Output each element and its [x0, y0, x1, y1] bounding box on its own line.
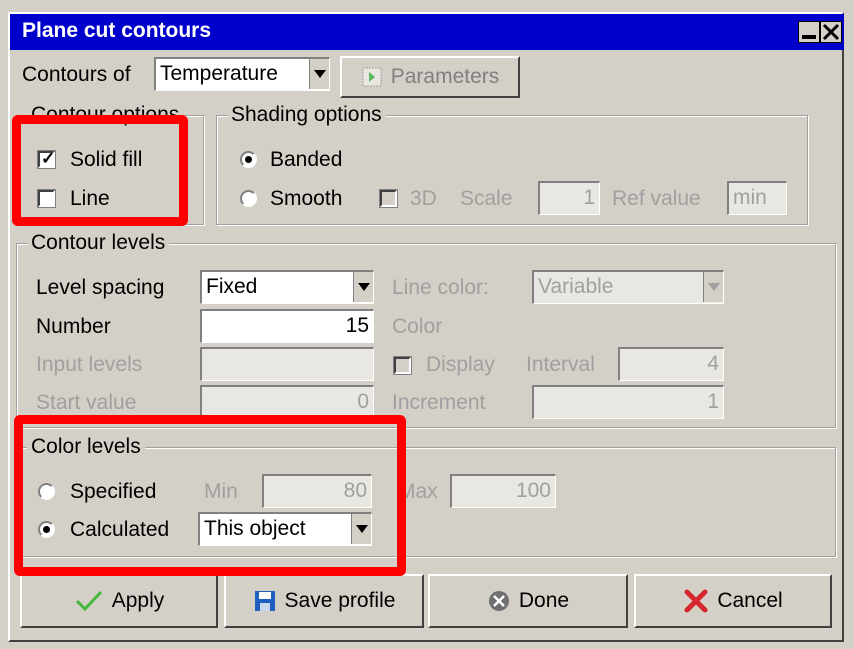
interval-label: Interval — [526, 353, 595, 376]
input-levels-input[interactable] — [200, 347, 374, 381]
chevron-down-icon[interactable] — [703, 272, 723, 302]
cancel-label: Cancel — [717, 589, 783, 612]
done-button[interactable]: Done — [428, 574, 628, 628]
number-label: Number — [36, 315, 111, 338]
cancel-button[interactable]: Cancel — [634, 574, 832, 628]
input-levels-label: Input levels — [36, 353, 143, 376]
three-d-checkbox[interactable] — [379, 189, 398, 208]
contours-of-label: Contours of — [22, 63, 131, 86]
highlight-color-levels — [14, 415, 406, 576]
close-icon — [822, 23, 840, 41]
window-title: Plane cut contours — [22, 19, 212, 42]
chevron-down-icon[interactable] — [309, 59, 329, 89]
checkmark-icon — [75, 590, 102, 612]
line-color-value: Variable — [538, 275, 614, 298]
line-color-label: Line color: — [392, 276, 489, 299]
cancel-icon — [684, 589, 708, 613]
parameters-label: Parameters — [390, 65, 500, 88]
scale-label: Scale — [460, 187, 513, 210]
done-label: Done — [518, 589, 570, 612]
minimize-button[interactable] — [798, 21, 820, 43]
increment-input[interactable]: 1 — [532, 385, 724, 419]
interval-input[interactable]: 4 — [618, 347, 724, 381]
increment-label: Increment — [392, 391, 486, 414]
apply-label: Apply — [111, 589, 165, 612]
max-input[interactable]: 100 — [450, 474, 556, 508]
display-label: Display — [426, 353, 495, 376]
three-d-label: 3D — [410, 187, 437, 210]
chevron-down-icon[interactable] — [353, 272, 373, 302]
save-profile-label: Save profile — [284, 589, 396, 612]
minimize-icon — [802, 35, 816, 39]
shading-options-title: Shading options — [227, 103, 386, 127]
level-spacing-label: Level spacing — [36, 276, 165, 299]
number-input[interactable]: 15 — [200, 309, 374, 343]
display-checkbox[interactable] — [393, 356, 412, 375]
start-value-label: Start value — [36, 391, 137, 414]
radio-dot-icon — [245, 156, 252, 163]
banded-label: Banded — [270, 148, 343, 171]
smooth-label: Smooth — [270, 187, 343, 210]
contour-levels-title: Contour levels — [27, 231, 170, 255]
start-value-input[interactable]: 0 — [200, 385, 374, 419]
ref-value-input[interactable]: min — [727, 181, 787, 215]
save-profile-button[interactable]: Save profile — [224, 574, 424, 628]
level-spacing-value: Fixed — [206, 275, 258, 298]
close-button[interactable] — [820, 21, 842, 43]
line-color-select[interactable]: Variable — [532, 270, 724, 304]
highlight-contour-options — [12, 115, 188, 226]
smooth-radio[interactable] — [240, 190, 257, 207]
title-bar[interactable]: Plane cut contours — [10, 14, 844, 50]
ref-value-label: Ref value — [612, 187, 701, 210]
parameters-button[interactable]: Parameters — [340, 56, 520, 98]
scale-input[interactable]: 1 — [538, 181, 600, 215]
banded-radio[interactable] — [240, 151, 257, 168]
parameters-icon — [362, 67, 382, 87]
done-icon — [488, 591, 509, 611]
contours-of-value: Temperature — [160, 62, 278, 85]
color-label: Color — [392, 315, 443, 338]
level-spacing-select[interactable]: Fixed — [200, 270, 374, 304]
apply-button[interactable]: Apply — [20, 574, 218, 628]
floppy-disk-icon — [254, 591, 275, 611]
contours-of-select[interactable]: Temperature — [154, 57, 330, 91]
